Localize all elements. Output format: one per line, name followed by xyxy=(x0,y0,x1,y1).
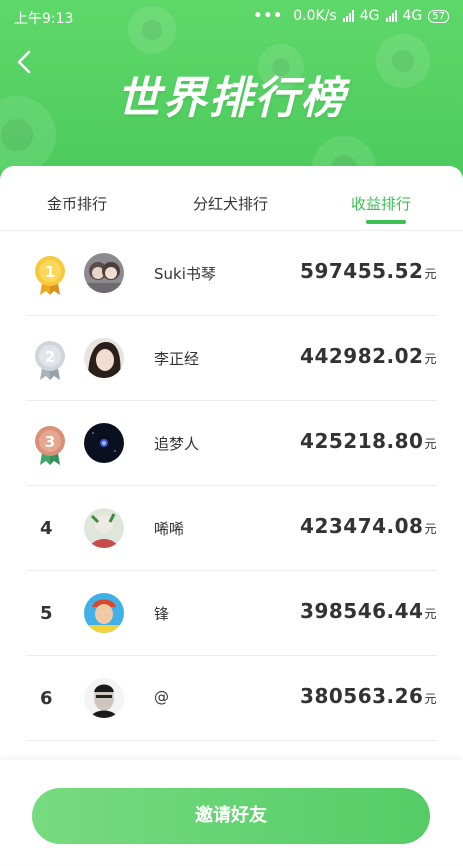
amount-unit: 元 xyxy=(424,522,437,536)
earnings-amount: 425218.80元 xyxy=(300,429,437,453)
svg-text:3: 3 xyxy=(45,433,55,451)
rank-number: 6 xyxy=(40,688,53,709)
ranking-list: 1 Suki书琴 597455.52元 2 李正经 442982.02元 3 追… xyxy=(0,231,463,741)
earnings-amount: 398546.44元 xyxy=(300,599,437,623)
earnings-amount: 597455.52元 xyxy=(300,259,437,283)
invite-friends-button[interactable]: 邀请好友 xyxy=(32,788,430,844)
network-type-2: 4G xyxy=(402,8,423,24)
avatar[interactable] xyxy=(84,338,124,378)
avatar[interactable] xyxy=(84,508,124,548)
list-item[interactable]: 2 李正经 442982.02元 xyxy=(26,316,437,401)
svg-text:2: 2 xyxy=(45,348,55,366)
signal-icon xyxy=(385,10,397,22)
list-item[interactable]: 1 Suki书琴 597455.52元 xyxy=(26,231,437,316)
amount-unit: 元 xyxy=(424,267,437,281)
amount-value: 398546.44 xyxy=(300,599,424,623)
avatar[interactable] xyxy=(84,253,124,293)
user-name: @ xyxy=(154,688,169,706)
user-name: 锋 xyxy=(154,605,170,623)
tab-active-indicator xyxy=(366,220,406,224)
status-bar: 上午9:13 ••• 0.0K/s 4G 4G 57 xyxy=(0,0,463,32)
earnings-amount: 423474.08元 xyxy=(300,514,437,538)
earnings-amount: 442982.02元 xyxy=(300,344,437,368)
list-item[interactable]: 3 追梦人 425218.80元 xyxy=(26,401,437,486)
amount-unit: 元 xyxy=(424,607,437,621)
user-name: 追梦人 xyxy=(154,435,200,453)
network-speed: 0.0K/s xyxy=(293,8,337,24)
amount-value: 425218.80 xyxy=(300,429,424,453)
bottom-action-bar: 邀请好友 xyxy=(0,760,463,865)
network-type-1: 4G xyxy=(359,8,380,24)
svg-text:1: 1 xyxy=(45,263,55,281)
amount-value: 442982.02 xyxy=(300,344,424,368)
more-dots-icon: ••• xyxy=(253,8,284,24)
page-title: 世界排行榜 xyxy=(116,73,347,124)
signal-icon xyxy=(342,10,354,22)
amount-value: 423474.08 xyxy=(300,514,424,538)
amount-unit: 元 xyxy=(424,352,437,366)
list-item[interactable]: 4 唏唏 423474.08元 xyxy=(26,486,437,571)
rank-number: 4 xyxy=(40,518,53,539)
battery-icon: 57 xyxy=(428,9,449,23)
amount-value: 597455.52 xyxy=(300,259,424,283)
avatar[interactable] xyxy=(84,423,124,463)
silver-medal-icon: 2 xyxy=(28,338,72,382)
earnings-amount: 380563.26元 xyxy=(300,684,437,708)
amount-unit: 元 xyxy=(424,692,437,706)
amount-unit: 元 xyxy=(424,437,437,451)
status-time: 上午9:13 xyxy=(14,11,74,27)
user-name: Suki书琴 xyxy=(154,265,216,283)
gold-medal-icon: 1 xyxy=(28,253,72,297)
amount-value: 380563.26 xyxy=(300,684,424,708)
avatar[interactable] xyxy=(84,678,124,718)
list-item[interactable]: 5 锋 398546.44元 xyxy=(26,571,437,656)
tab-bar: 金币排行 分红犬排行 收益排行 xyxy=(0,166,463,231)
user-name: 唏唏 xyxy=(154,520,185,538)
tab-dividend-dog[interactable]: 分红犬排行 xyxy=(193,193,268,214)
user-name: 李正经 xyxy=(154,350,200,368)
tab-earnings[interactable]: 收益排行 xyxy=(351,193,411,214)
tab-coins[interactable]: 金币排行 xyxy=(47,193,107,214)
list-item[interactable]: 6 @ 380563.26元 xyxy=(26,656,437,741)
status-indicators: ••• 0.0K/s 4G 4G 57 xyxy=(253,8,449,24)
battery-level: 57 xyxy=(432,10,445,22)
avatar[interactable] xyxy=(84,593,124,633)
rank-number: 5 xyxy=(40,603,53,624)
bronze-medal-icon: 3 xyxy=(28,423,72,467)
